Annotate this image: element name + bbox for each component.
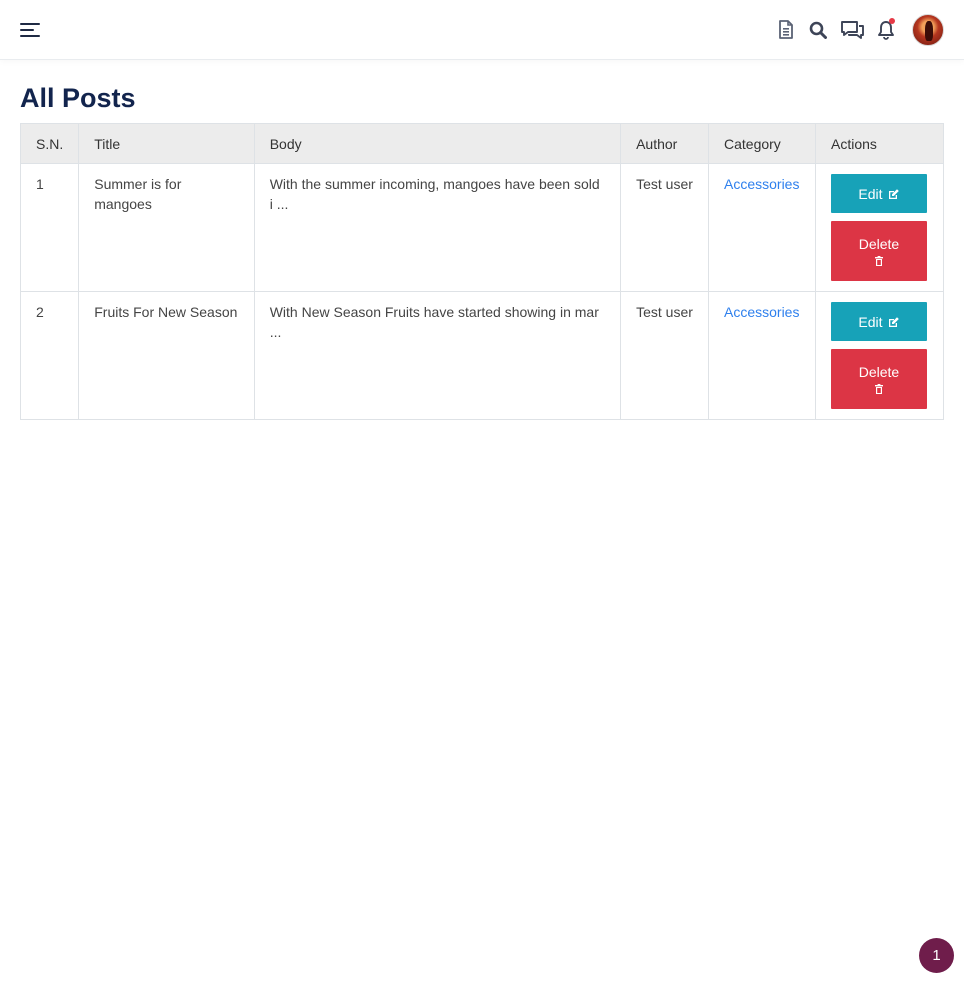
column-header-author: Author	[620, 123, 709, 164]
delete-button[interactable]: Delete	[830, 221, 927, 281]
cell-sn: 2	[19, 291, 80, 420]
column-header-body: Body	[253, 123, 622, 164]
document-icon[interactable]	[774, 18, 798, 42]
cell-title: Summer is for mangoes	[78, 163, 255, 292]
main-content: All Posts S.N. Title Body Author Categor…	[0, 82, 964, 420]
page-title: All Posts	[20, 83, 136, 113]
cell-actions: Edit Delete	[814, 291, 945, 420]
avatar[interactable]	[912, 13, 944, 46]
table-row: 1 Summer is for mangoes With the summer …	[19, 163, 945, 292]
edit-button-label: Edit	[858, 313, 883, 330]
cell-sn: 1	[19, 163, 80, 292]
top-navbar	[0, 0, 964, 60]
table-row: 2 Fruits For New Season With New Season …	[19, 291, 945, 420]
search-icon[interactable]	[806, 18, 830, 42]
top-icons	[766, 13, 944, 46]
column-header-category: Category	[708, 123, 816, 164]
edit-button-label: Edit	[858, 185, 883, 202]
edit-button[interactable]: Edit	[830, 302, 927, 341]
trash-icon	[874, 256, 883, 266]
notification-dot	[889, 17, 895, 24]
cell-body: With New Season Fruits have started show…	[253, 291, 622, 420]
edit-icon	[888, 316, 899, 327]
posts-table: S.N. Title Body Author Category Actions …	[19, 123, 945, 420]
cell-author: Test user	[620, 163, 709, 292]
edit-button[interactable]: Edit	[830, 174, 927, 213]
delete-button-label: Delete	[858, 364, 900, 380]
category-link[interactable]: Accessories	[724, 176, 799, 192]
cell-category: Accessories	[708, 163, 816, 292]
edit-icon	[888, 188, 899, 199]
table-header-row: S.N. Title Body Author Category Actions	[19, 123, 945, 164]
cell-body: With the summer incoming, mangoes have b…	[253, 163, 622, 292]
cell-category: Accessories	[708, 291, 816, 420]
cell-author: Test user	[620, 291, 709, 420]
column-header-title: Title	[78, 123, 255, 164]
cell-title: Fruits For New Season	[78, 291, 255, 420]
delete-button[interactable]: Delete	[830, 349, 927, 409]
delete-button-label: Delete	[858, 236, 900, 252]
trash-icon	[874, 384, 883, 394]
chat-icon[interactable]	[838, 18, 866, 42]
floating-badge-button[interactable]: 1	[919, 938, 954, 973]
menu-icon[interactable]	[20, 22, 40, 37]
column-header-sn: S.N.	[19, 123, 80, 164]
cell-actions: Edit Delete	[814, 163, 945, 292]
column-header-actions: Actions	[814, 123, 945, 164]
category-link[interactable]: Accessories	[724, 304, 799, 320]
bell-icon[interactable]	[874, 17, 898, 42]
